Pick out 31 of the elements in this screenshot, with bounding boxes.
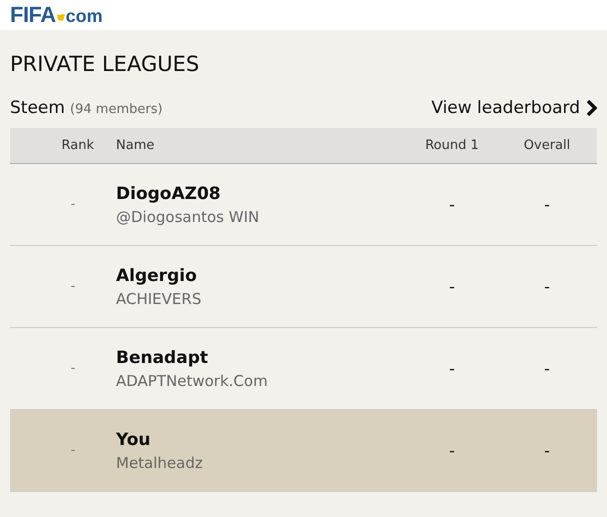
overall-score: - [543,195,551,214]
column-header: Rank [60,138,95,153]
round-score: - [448,277,456,296]
round-score: - [448,195,456,214]
team-name: @Diogosantos WIN [116,208,260,226]
logo-suffix: com [66,6,103,27]
column-header: Name [116,138,156,153]
view-leaderboard-link[interactable]: View leaderboard [431,98,597,118]
round-score: - [448,441,456,460]
player-name: DiogoAZ08 [116,184,222,204]
rank-cell-text: - [70,361,76,376]
overall-score: - [543,441,551,460]
team-name: Metalheadz [116,454,204,472]
team-name: ADAPTNetwork.Com [116,372,269,390]
league-name: Steem [10,98,65,118]
round-score: - [448,359,456,378]
player-name: Algergio [116,266,198,286]
chevron-right-icon [586,100,597,116]
rank-cell-text: - [70,197,76,212]
rank-cell-text: - [70,279,76,294]
rank-cell-text: - [70,443,76,458]
overall-score: - [543,359,551,378]
logo-brand: FIFA [10,2,56,28]
player-name: Benadapt [116,348,209,368]
team-name: ACHIEVERS [116,290,202,308]
player-name: You [116,430,152,450]
column-header: Round 1 [424,138,480,153]
page-title: PRIVATE LEAGUES [10,52,200,78]
overall-score: - [543,277,551,296]
column-header: Overall [522,138,572,153]
member-count: (94 members) [70,102,163,117]
